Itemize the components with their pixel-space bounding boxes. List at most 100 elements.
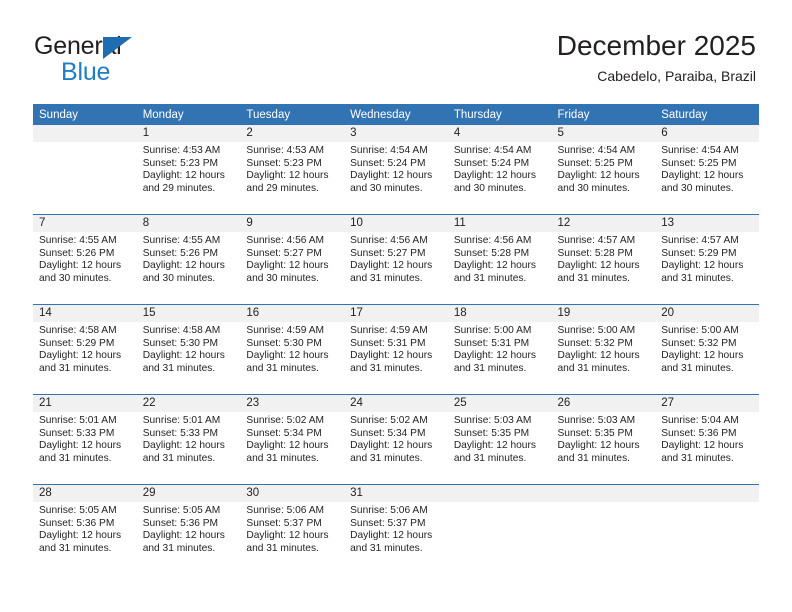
calendar-empty-cell xyxy=(33,125,137,215)
calendar-day-cell[interactable]: 20 Sunrise: 5:00 AM Sunset: 5:32 PM Dayligh… xyxy=(655,304,759,395)
day-number: 10 xyxy=(344,215,448,232)
day-detail-line: and 30 minutes. xyxy=(557,182,631,194)
day-detail-line: Sunset: 5:34 PM xyxy=(350,427,426,439)
calendar-day-cell[interactable]: 26 Sunrise: 5:03 AM Sunset: 5:35 PM Dayligh… xyxy=(551,394,656,485)
calendar-day-cell[interactable]: 3 Sunrise: 4:54 AM Sunset: 5:24 PM Daylight… xyxy=(344,125,448,215)
day-number: 8 xyxy=(136,215,241,232)
day-detail-line: Daylight: 12 hours xyxy=(142,350,225,362)
day-detail-line: Sunset: 5:32 PM xyxy=(557,337,633,349)
day-detail-line: and 29 minutes. xyxy=(246,182,319,194)
day-details: Sunrise: 4:53 AM Sunset: 5:23 PM Daylight:… xyxy=(240,142,344,195)
day-detail-line: and 31 minutes. xyxy=(350,452,423,464)
calendar-grid: Sunday Monday Tuesday Wednesday Thursday Frid… xyxy=(33,104,759,574)
day-detail-line: Sunrise: 4:54 AM xyxy=(350,145,428,156)
day-detail-line: and 31 minutes. xyxy=(557,362,631,374)
day-detail-line: Daylight: 12 hours xyxy=(39,350,122,362)
day-details: Sunrise: 5:03 AM Sunset: 5:35 PM Daylight:… xyxy=(448,412,552,465)
calendar-day-cell[interactable]: 10 Sunrise: 4:56 AM Sunset: 5:27 PM Dayligh… xyxy=(344,214,448,305)
day-detail-line: Sunrise: 5:05 AM xyxy=(39,505,117,516)
day-detail-line: Sunrise: 4:59 AM xyxy=(350,325,428,336)
day-details: Sunrise: 4:54 AM Sunset: 5:24 PM Daylight:… xyxy=(344,142,448,195)
day-detail-line: Sunset: 5:33 PM xyxy=(142,427,219,439)
calendar-day-cell[interactable]: 31 Sunrise: 5:06 AM Sunset: 5:37 PM Dayligh… xyxy=(344,484,448,574)
calendar-day-cell[interactable]: 8 Sunrise: 4:55 AM Sunset: 5:26 PM Daylight… xyxy=(136,214,241,305)
day-details: Sunrise: 4:55 AM Sunset: 5:26 PM Daylight:… xyxy=(137,232,241,285)
calendar-day-cell[interactable]: 30 Sunrise: 5:06 AM Sunset: 5:37 PM Dayligh… xyxy=(240,484,345,574)
day-detail-line: and 31 minutes. xyxy=(557,452,631,464)
day-detail-line: Daylight: 12 hours xyxy=(661,260,744,272)
logo-text-blue: Blue xyxy=(61,58,111,86)
day-detail-line: Daylight: 12 hours xyxy=(661,440,744,452)
calendar-empty-cell xyxy=(447,484,552,574)
day-number: 12 xyxy=(551,215,656,232)
calendar-day-cell[interactable]: 7 Sunrise: 4:55 AM Sunset: 5:26 PM Daylight… xyxy=(33,214,137,305)
day-detail-line: Daylight: 12 hours xyxy=(246,530,329,542)
calendar-day-cell[interactable]: 12 Sunrise: 4:57 AM Sunset: 5:28 PM Dayligh… xyxy=(551,214,656,305)
day-detail-line: Sunset: 5:32 PM xyxy=(661,337,737,349)
calendar-day-cell[interactable]: 15 Sunrise: 4:58 AM Sunset: 5:30 PM Dayligh… xyxy=(136,304,241,395)
day-detail-line: Sunrise: 4:54 AM xyxy=(661,145,739,156)
calendar-day-cell[interactable]: 9 Sunrise: 4:56 AM Sunset: 5:27 PM Daylight… xyxy=(240,214,345,305)
calendar-day-cell[interactable]: 24 Sunrise: 5:02 AM Sunset: 5:34 PM Dayligh… xyxy=(344,394,448,485)
calendar-day-cell[interactable]: 28 Sunrise: 5:05 AM Sunset: 5:36 PM Dayligh… xyxy=(33,484,137,574)
day-details: Sunrise: 4:59 AM Sunset: 5:31 PM Daylight:… xyxy=(344,322,448,375)
day-detail-line: Sunrise: 4:57 AM xyxy=(661,235,739,246)
calendar-day-cell[interactable]: 27 Sunrise: 5:04 AM Sunset: 5:36 PM Dayligh… xyxy=(655,394,759,485)
calendar-day-cell[interactable]: 18 Sunrise: 5:00 AM Sunset: 5:31 PM Dayligh… xyxy=(447,304,552,395)
calendar-day-cell[interactable]: 25 Sunrise: 5:03 AM Sunset: 5:35 PM Dayligh… xyxy=(447,394,552,485)
day-number: 26 xyxy=(551,395,656,412)
day-details: Sunrise: 4:54 AM Sunset: 5:24 PM Daylight:… xyxy=(448,142,552,195)
day-number: 28 xyxy=(33,485,137,502)
calendar-day-cell[interactable]: 13 Sunrise: 4:57 AM Sunset: 5:29 PM Dayligh… xyxy=(655,214,759,305)
day-number xyxy=(33,125,137,142)
day-detail-line: Daylight: 12 hours xyxy=(142,260,225,272)
day-details: Sunrise: 5:04 AM Sunset: 5:36 PM Daylight:… xyxy=(655,412,759,465)
day-detail-line: and 30 minutes. xyxy=(350,182,423,194)
calendar-week-row: 7 Sunrise: 4:55 AM Sunset: 5:26 PM Daylight… xyxy=(33,214,759,305)
calendar-week-row: 14 Sunrise: 4:58 AM Sunset: 5:29 PM Dayligh… xyxy=(33,304,759,395)
day-detail-line: Sunrise: 5:00 AM xyxy=(661,325,739,336)
day-detail-line: Sunrise: 4:56 AM xyxy=(246,235,324,246)
day-detail-line: Daylight: 12 hours xyxy=(39,530,122,542)
calendar-day-cell[interactable]: 23 Sunrise: 5:02 AM Sunset: 5:34 PM Dayligh… xyxy=(240,394,345,485)
calendar-day-cell[interactable]: 5 Sunrise: 4:54 AM Sunset: 5:25 PM Daylight… xyxy=(551,125,656,215)
day-detail-line: Sunset: 5:36 PM xyxy=(39,517,115,529)
day-detail-line: and 31 minutes. xyxy=(39,452,112,464)
calendar-weekday-header: Sunday Monday Tuesday Wednesday Thursday Frid… xyxy=(33,104,759,125)
calendar-day-cell[interactable]: 6 Sunrise: 4:54 AM Sunset: 5:25 PM Daylight… xyxy=(655,125,759,215)
day-detail-line: Sunrise: 5:02 AM xyxy=(350,415,428,426)
calendar-day-cell[interactable]: 21 Sunrise: 5:01 AM Sunset: 5:33 PM Dayligh… xyxy=(33,394,137,485)
calendar-day-cell[interactable]: 2 Sunrise: 4:53 AM Sunset: 5:23 PM Daylight… xyxy=(240,125,345,215)
day-detail-line: Sunrise: 5:04 AM xyxy=(661,415,739,426)
day-detail-line: Daylight: 12 hours xyxy=(246,170,329,182)
day-detail-line: Sunrise: 4:57 AM xyxy=(557,235,636,246)
day-number: 25 xyxy=(447,395,552,412)
day-detail-line: Sunset: 5:37 PM xyxy=(246,517,322,529)
day-details: Sunrise: 5:00 AM Sunset: 5:32 PM Daylight:… xyxy=(552,322,656,375)
calendar-day-cell[interactable]: 11 Sunrise: 4:56 AM Sunset: 5:28 PM Dayligh… xyxy=(447,214,552,305)
day-detail-line: and 31 minutes. xyxy=(661,362,734,374)
day-details: Sunrise: 4:56 AM Sunset: 5:27 PM Daylight:… xyxy=(240,232,344,285)
title-block: December 2025 Cabedelo, Paraiba, Brazil xyxy=(557,29,756,85)
calendar-day-cell[interactable]: 1 Sunrise: 4:53 AM Sunset: 5:23 PM Daylight… xyxy=(136,125,241,215)
day-detail-line: Daylight: 12 hours xyxy=(39,260,122,272)
calendar-day-cell[interactable]: 29 Sunrise: 5:05 AM Sunset: 5:36 PM Dayligh… xyxy=(136,484,241,574)
day-number: 5 xyxy=(551,125,656,142)
calendar-week-row: 28 Sunrise: 5:05 AM Sunset: 5:36 PM Dayligh… xyxy=(33,484,759,574)
day-detail-line: Daylight: 12 hours xyxy=(246,260,329,272)
day-details: Sunrise: 4:58 AM Sunset: 5:30 PM Daylight:… xyxy=(137,322,241,375)
calendar-day-cell[interactable]: 14 Sunrise: 4:58 AM Sunset: 5:29 PM Dayligh… xyxy=(33,304,137,395)
day-detail-line: Sunset: 5:25 PM xyxy=(557,157,633,169)
calendar-day-cell[interactable]: 19 Sunrise: 5:00 AM Sunset: 5:32 PM Dayligh… xyxy=(551,304,656,395)
page-header: General Blue December 2025 Cabedelo, Par… xyxy=(0,0,792,104)
day-number: 22 xyxy=(136,395,241,412)
calendar-day-cell[interactable]: 17 Sunrise: 4:59 AM Sunset: 5:31 PM Dayligh… xyxy=(344,304,448,395)
calendar-day-cell[interactable]: 4 Sunrise: 4:54 AM Sunset: 5:24 PM Daylight… xyxy=(447,125,552,215)
day-detail-line: Daylight: 12 hours xyxy=(557,350,640,362)
calendar-day-cell[interactable]: 16 Sunrise: 4:59 AM Sunset: 5:30 PM Dayligh… xyxy=(240,304,345,395)
day-detail-line: Sunrise: 5:06 AM xyxy=(350,505,428,516)
day-detail-line: Sunset: 5:23 PM xyxy=(142,157,219,169)
day-detail-line: Sunrise: 4:53 AM xyxy=(142,145,221,156)
calendar-day-cell[interactable]: 22 Sunrise: 5:01 AM Sunset: 5:33 PM Dayligh… xyxy=(136,394,241,485)
day-detail-line: and 31 minutes. xyxy=(350,542,423,554)
